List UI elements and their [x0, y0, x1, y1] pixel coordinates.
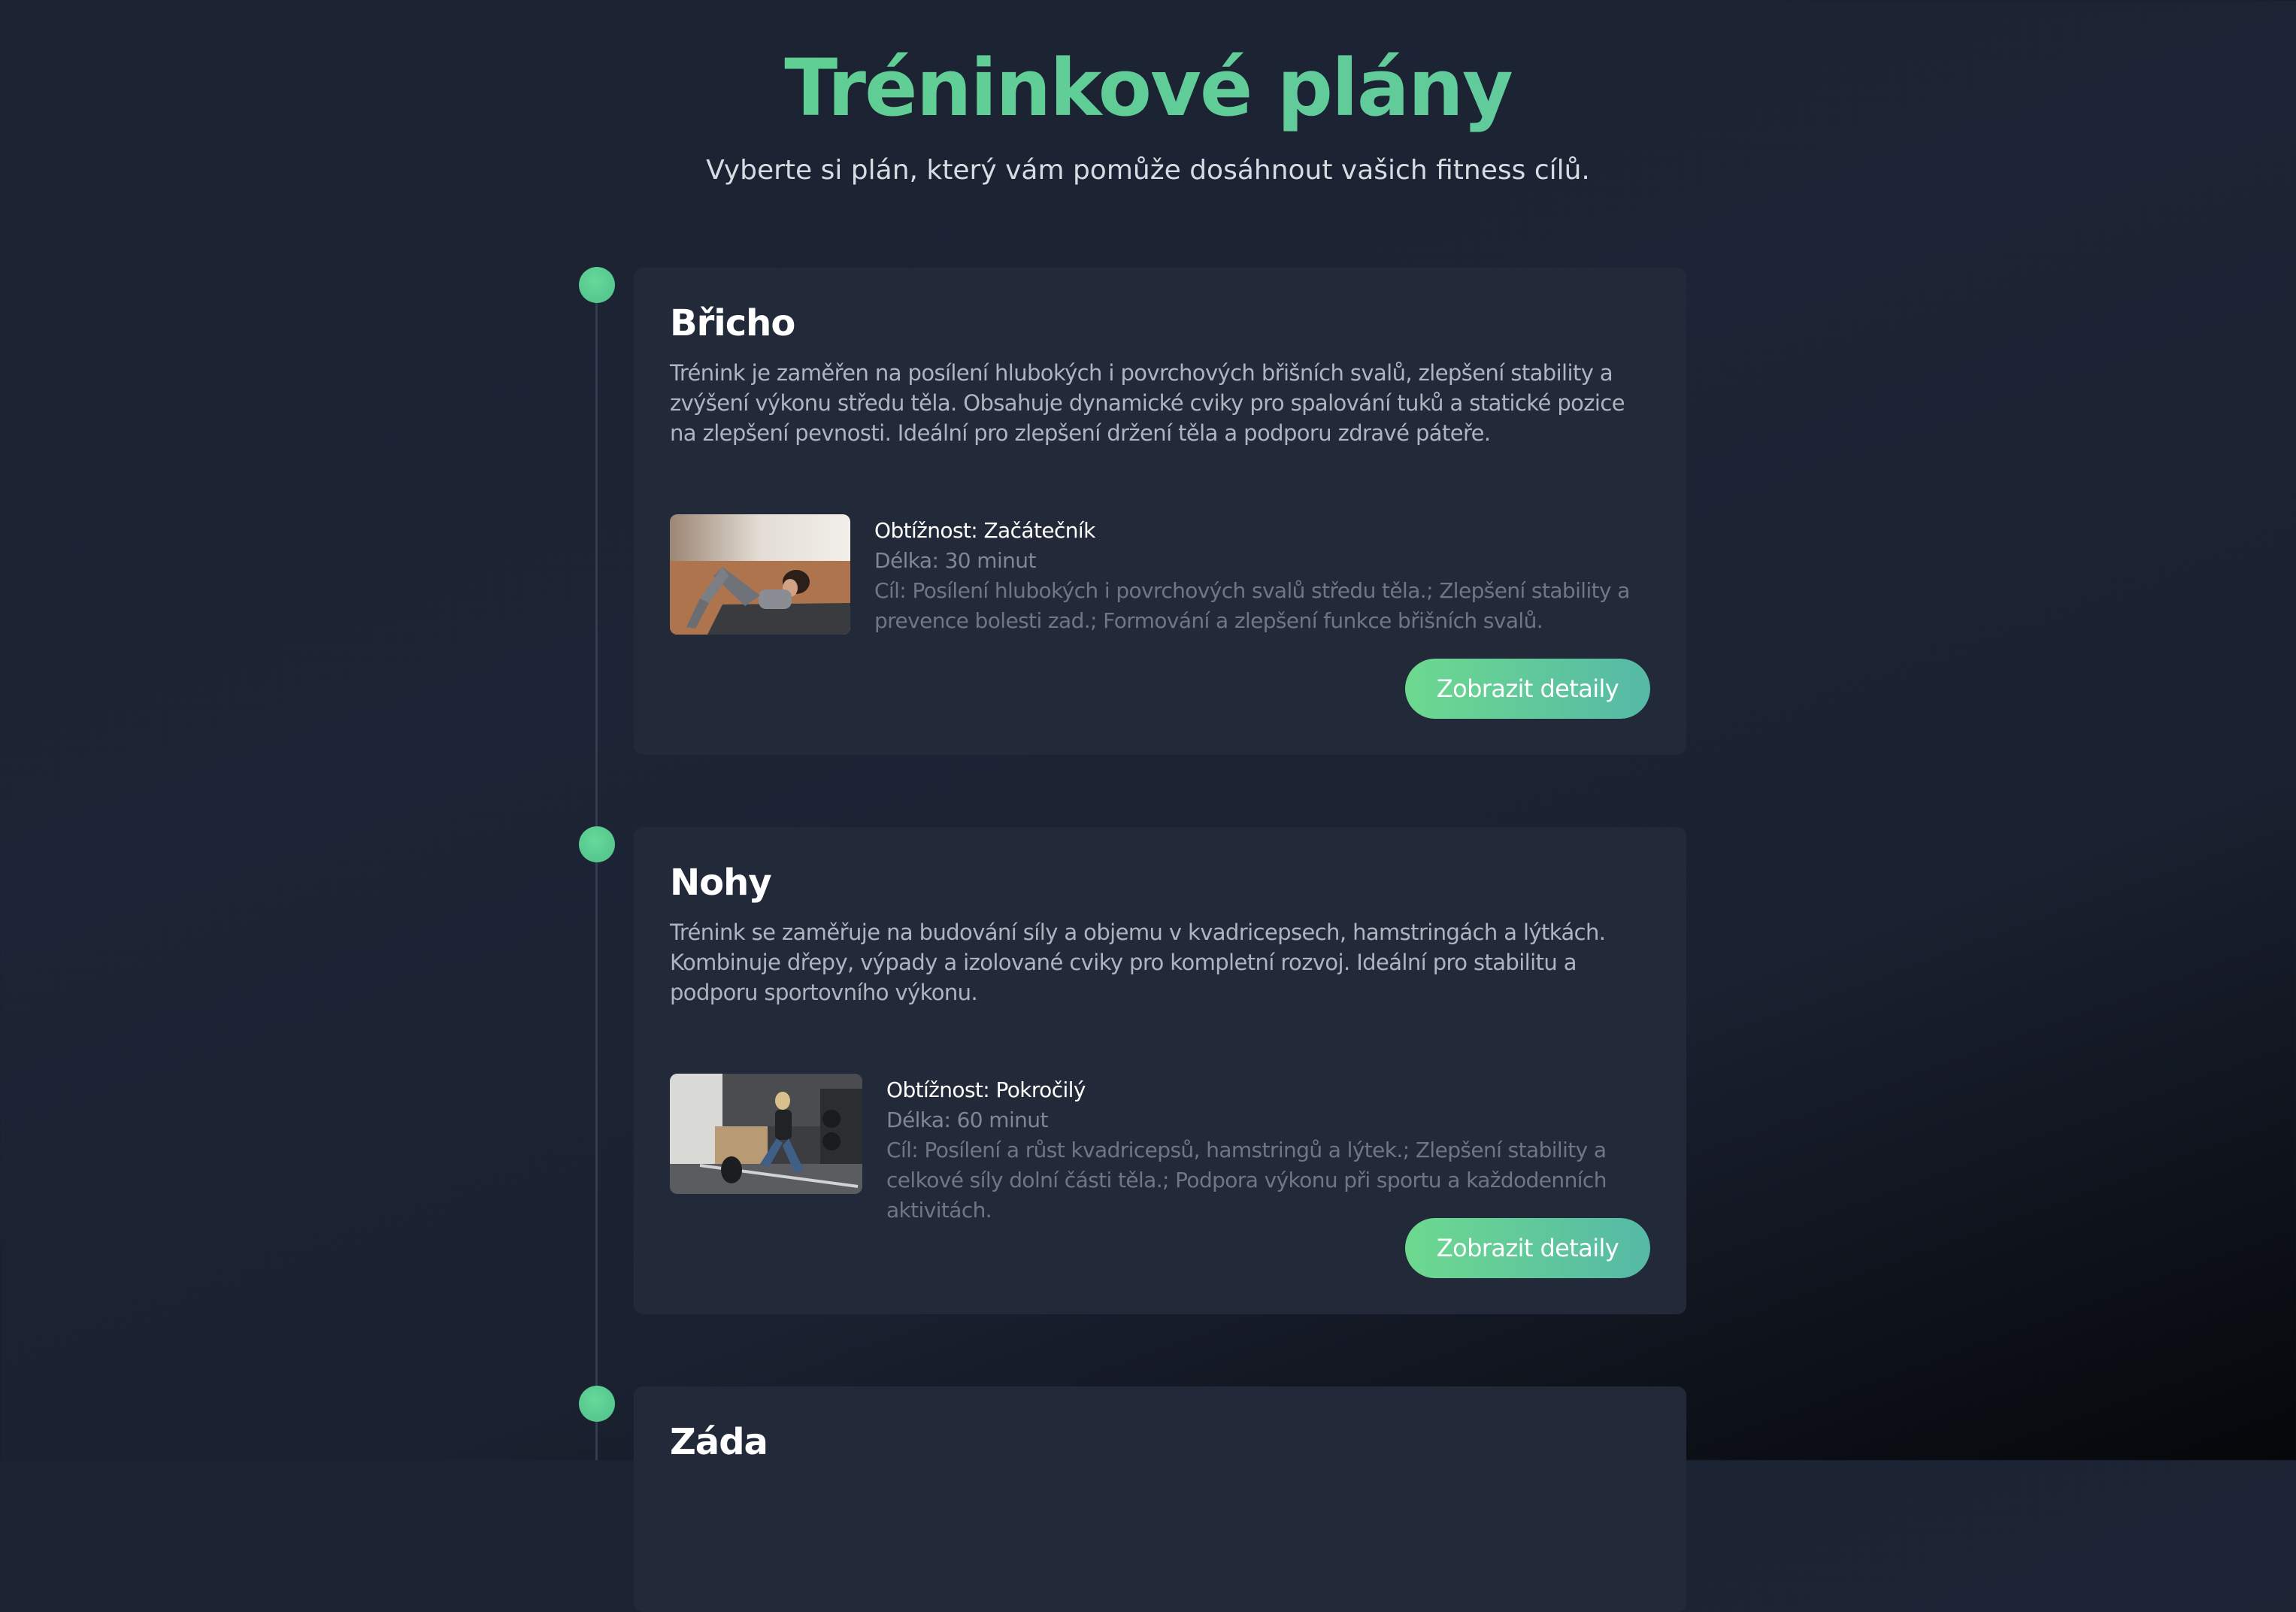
show-details-button[interactable]: Zobrazit detaily	[1405, 1218, 1650, 1278]
plan-detail: Obtížnost: Začátečník Délka: 30 minut Cí…	[670, 514, 1641, 636]
plan-description: Trénink je zaměřen na posílení hlubokých…	[670, 360, 1625, 446]
plan-meta: Obtížnost: Začátečník Délka: 30 minut Cí…	[874, 514, 1641, 636]
plan-card-bricho: Břicho Trénink je zaměřen na posílení hl…	[634, 268, 1686, 755]
timeline-line	[595, 286, 598, 1460]
plan-title: Záda	[670, 1421, 768, 1463]
plan-image	[670, 1074, 862, 1194]
timeline-dot	[579, 826, 615, 862]
plan-goal: Cíl: Posílení hlubokých i povrchových sv…	[874, 578, 1630, 633]
plan-meta: Obtížnost: Pokročilý Délka: 60 minut Cíl…	[886, 1074, 1653, 1226]
plan-title: Břicho	[670, 302, 795, 344]
plan-duration: Délka: 30 minut	[874, 548, 1036, 573]
plan-description: Trénink se zaměřuje na budování síly a o…	[670, 920, 1606, 1005]
plan-difficulty: Obtížnost: Začátečník	[874, 518, 1095, 543]
plan-difficulty: Obtížnost: Pokročilý	[886, 1077, 1086, 1102]
plan-image	[670, 514, 850, 635]
show-details-button[interactable]: Zobrazit detaily	[1405, 659, 1650, 719]
timeline-dot	[579, 267, 615, 303]
plan-card-nohy: Nohy Trénink se zaměřuje na budování síl…	[634, 827, 1686, 1314]
timeline-dot	[579, 1386, 615, 1422]
plan-detail: Obtížnost: Pokročilý Délka: 60 minut Cíl…	[670, 1074, 1653, 1226]
page-title: Tréninkové plány	[0, 42, 2296, 134]
plan-goal: Cíl: Posílení a růst kvadricepsů, hamstr…	[886, 1138, 1607, 1223]
plan-title: Nohy	[670, 862, 772, 904]
page-subtitle: Vyberte si plán, který vám pomůže dosáhn…	[706, 155, 1590, 186]
plan-card-zada: Záda	[634, 1386, 1686, 1612]
plan-duration: Délka: 60 minut	[886, 1107, 1048, 1132]
